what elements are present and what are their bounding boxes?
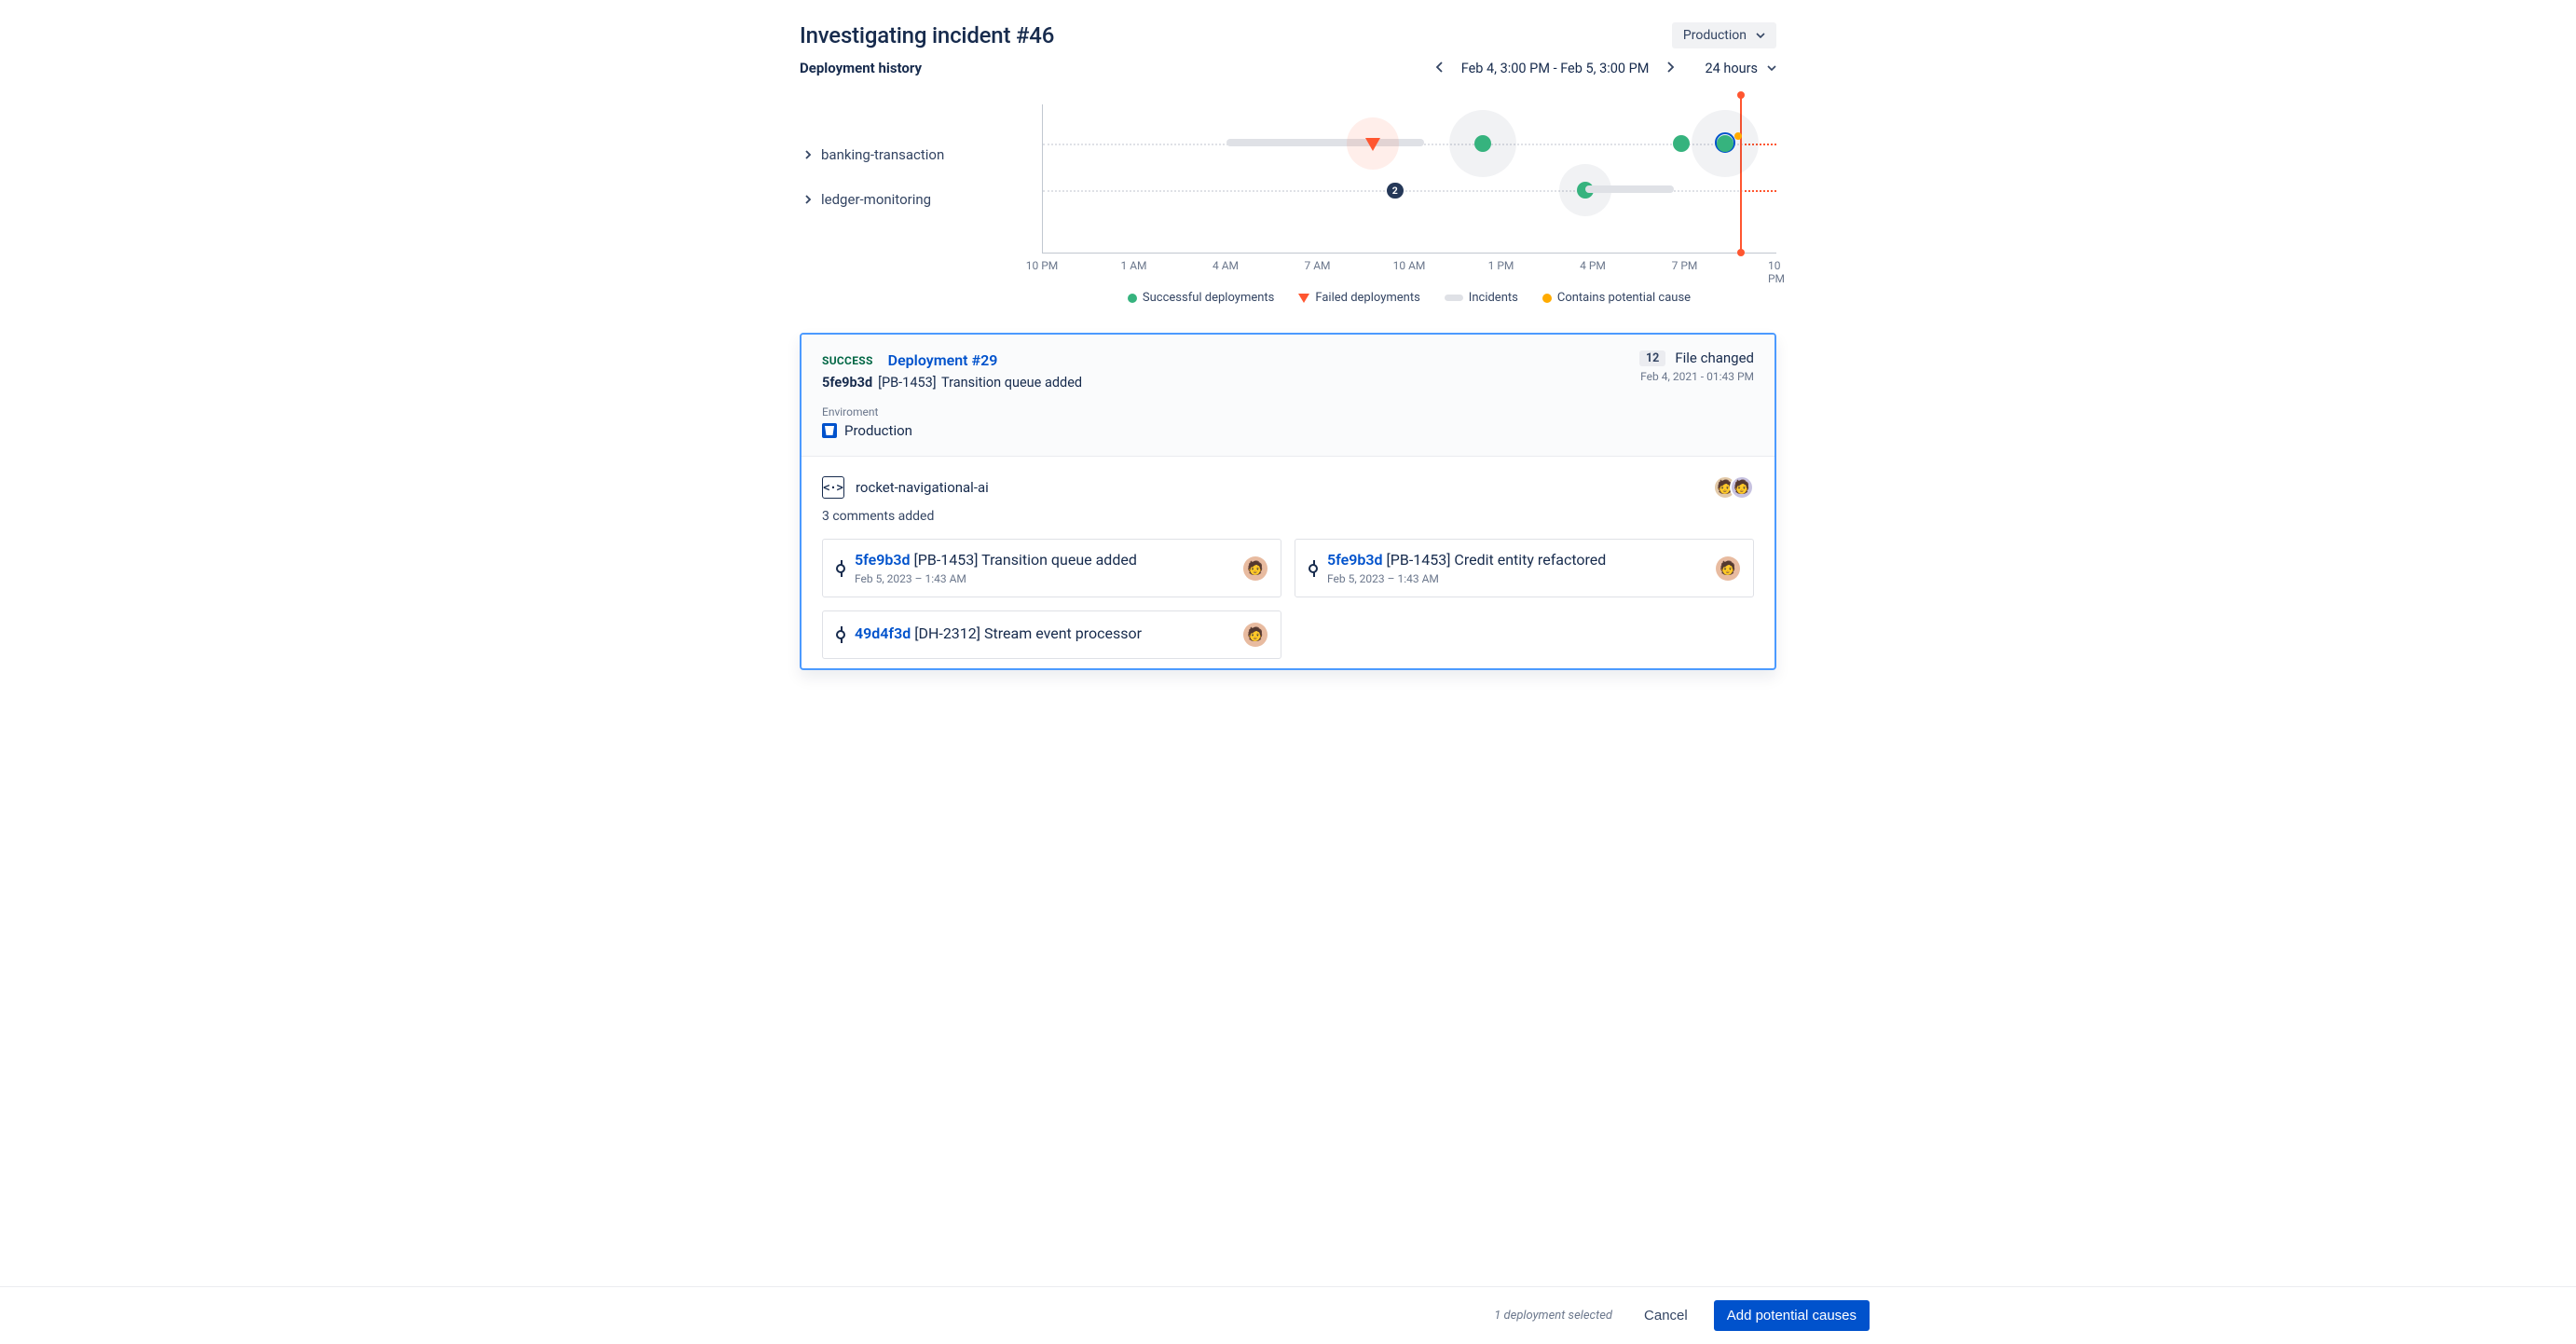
commit-sha[interactable]: 49d4f3d — [855, 624, 911, 642]
commit-icon — [1309, 564, 1318, 573]
commit-date: Feb 5, 2023 – 1:43 AM — [1327, 572, 1706, 585]
commit-message: Transition queue added — [981, 551, 1137, 569]
range-text: Feb 4, 3:00 PM - Feb 5, 3:00 PM — [1461, 61, 1650, 76]
deploy-datetime: Feb 4, 2021 - 01:43 PM — [1639, 370, 1754, 383]
tick-label: 4 PM — [1580, 259, 1606, 272]
potential-cause-dot — [1734, 132, 1742, 140]
failed-deploy-marker[interactable] — [1365, 138, 1380, 151]
environment-select[interactable]: Production — [1672, 22, 1776, 48]
timeline-ticks: 10 PM 1 AM 4 AM 7 AM 10 AM 1 PM 4 PM 7 P… — [1042, 259, 1776, 280]
selection-info: 1 deployment selected — [1494, 1309, 1612, 1323]
selection-footer-bar: 1 deployment selected Cancel Add potenti… — [0, 1286, 2576, 1344]
incident-bar[interactable] — [1585, 185, 1673, 193]
legend-failed-icon — [1298, 294, 1309, 303]
avatar[interactable]: 🧑 — [1716, 556, 1740, 581]
comments-summary[interactable]: 3 comments added — [822, 509, 1754, 524]
deployment-history-label: Deployment history — [800, 60, 922, 76]
range-prev-button[interactable] — [1432, 61, 1446, 76]
deploy-count-badge[interactable]: 2 — [1387, 183, 1404, 199]
commit-ticket: [PB-1453] — [914, 551, 979, 569]
deployment-link[interactable]: Deployment #29 — [888, 351, 998, 369]
commit-ticket: [PB-1453] — [1387, 551, 1451, 569]
environment-select-label: Production — [1683, 28, 1747, 43]
files-changed-count: 12 — [1639, 350, 1665, 366]
chevron-right-icon — [805, 150, 812, 159]
success-deploy-marker[interactable] — [1717, 135, 1733, 152]
commit-sha[interactable]: 5fe9b3d — [1327, 551, 1383, 569]
add-potential-causes-button[interactable]: Add potential causes — [1714, 1300, 1870, 1331]
range-span-label: 24 hours — [1705, 61, 1758, 76]
commit-summary: 5fe9b3d[PB-1453] Transition queue added — [822, 375, 1754, 391]
legend-label: Contains potential cause — [1557, 291, 1691, 305]
repo-icon: <·> — [822, 476, 844, 499]
chevron-right-icon — [805, 195, 812, 204]
commit-message: Stream event processor — [984, 624, 1142, 642]
commit-icon — [836, 564, 845, 573]
tick-label: 10 PM — [1026, 259, 1059, 272]
range-next-button[interactable] — [1664, 61, 1679, 76]
tick-label: 7 PM — [1672, 259, 1698, 272]
success-deploy-marker[interactable] — [1474, 135, 1491, 152]
range-span-select[interactable]: 24 hours — [1705, 61, 1776, 76]
legend-incident-icon — [1445, 295, 1463, 301]
tick-label: 1 AM — [1120, 259, 1146, 272]
commit-message: Credit entity refactored — [1454, 551, 1606, 569]
chevron-down-icon — [1767, 65, 1776, 71]
commit-sha[interactable]: 5fe9b3d — [855, 551, 911, 569]
bitbucket-icon — [822, 423, 837, 438]
repo-name[interactable]: rocket-navigational-ai — [856, 479, 989, 496]
legend-label: Failed deployments — [1315, 291, 1419, 305]
avatar[interactable]: 🧑 — [1730, 475, 1754, 500]
chevron-down-icon — [1756, 33, 1765, 38]
timeline-legend: Successful deployments Failed deployment… — [1042, 291, 1776, 305]
contributor-avatars[interactable]: 🧑 🧑 — [1720, 475, 1754, 500]
commit-card[interactable]: 5fe9b3d [PB-1453] Credit entity refactor… — [1295, 539, 1754, 597]
lane-name: banking-transaction — [821, 146, 944, 163]
environment-label: Enviroment — [822, 405, 1754, 418]
lane-axis-active — [1740, 190, 1776, 192]
commit-card[interactable]: 5fe9b3d [PB-1453] Transition queue added… — [822, 539, 1281, 597]
legend-label: Successful deployments — [1143, 291, 1274, 305]
legend-label: Incidents — [1469, 291, 1518, 305]
commit-date: Feb 5, 2023 – 1:43 AM — [855, 572, 1234, 585]
tick-label: 4 AM — [1213, 259, 1239, 272]
commit-ticket: [DH-2312] — [914, 624, 980, 642]
status-badge: SUCCESS — [822, 354, 873, 367]
cancel-button[interactable]: Cancel — [1638, 1300, 1693, 1331]
lane-toggle-banking[interactable]: banking-transaction — [805, 132, 1042, 177]
files-changed-label[interactable]: File changed — [1675, 350, 1754, 366]
tick-label: 7 AM — [1304, 259, 1330, 272]
tick-label: 10 PM — [1768, 259, 1785, 285]
lane-name: ledger-monitoring — [821, 191, 931, 208]
page-title: Investigating incident #46 — [800, 22, 1054, 48]
avatar[interactable]: 🧑 — [1243, 623, 1267, 647]
avatar[interactable]: 🧑 — [1243, 556, 1267, 581]
legend-potential-icon — [1542, 294, 1552, 303]
success-deploy-marker[interactable] — [1673, 135, 1690, 152]
environment-value: Production — [844, 422, 912, 439]
tick-label: 1 PM — [1488, 259, 1514, 272]
incident-bar[interactable] — [1226, 139, 1322, 146]
tick-label: 10 AM — [1393, 259, 1426, 272]
timeline-chart[interactable]: 2 — [1042, 104, 1776, 254]
commit-card[interactable]: 49d4f3d [DH-2312] Stream event processor… — [822, 610, 1281, 659]
commit-icon — [836, 630, 845, 639]
deployment-detail-card: SUCCESS Deployment #29 5fe9b3d[PB-1453] … — [800, 333, 1776, 670]
lane-toggle-ledger[interactable]: ledger-monitoring — [805, 177, 1042, 222]
legend-success-icon — [1128, 294, 1137, 303]
